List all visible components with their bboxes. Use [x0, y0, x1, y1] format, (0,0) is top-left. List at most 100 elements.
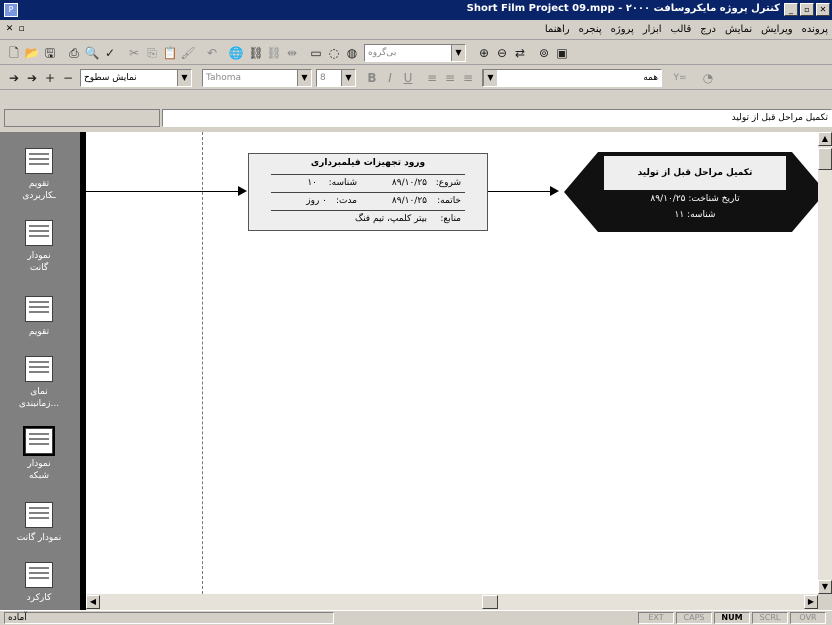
format-painter-icon[interactable]: 🖌	[180, 45, 196, 61]
font-size-combo[interactable]: 8 ▼	[316, 69, 356, 87]
summary-date-label: تاریخ شناخت:	[688, 194, 740, 204]
close-button[interactable]: ✕	[816, 3, 830, 16]
summary-date-value: ۸۹/۱۰/۲۵	[650, 194, 686, 204]
network-diagram-icon	[23, 426, 55, 456]
ovr-indicator: OVR	[790, 612, 826, 624]
gantt-wizard-icon[interactable]: ◔	[700, 70, 716, 86]
doc-close-icon[interactable]: ✕	[4, 24, 15, 35]
print-preview-icon[interactable]: 🔍	[84, 45, 100, 61]
menu-edit[interactable]: ویرایش	[761, 24, 792, 35]
view-network-diagram[interactable]: نمودار شبکه	[4, 426, 74, 482]
calendar-view-icon	[25, 296, 53, 322]
copy-picture-icon[interactable]: ⊚	[536, 45, 552, 61]
font-combo[interactable]: Tahoma ▼	[202, 69, 312, 87]
scrl-indicator: SCRL	[752, 612, 788, 624]
view-task-usage[interactable]: نمای زمانبندی...	[4, 356, 74, 410]
menu-view[interactable]: نمایش	[725, 24, 752, 35]
new-icon[interactable]: 🗋	[6, 45, 22, 61]
group-combo[interactable]: بی‌گروه ▼	[364, 44, 466, 62]
resources-value: بیتر کلمپ، تیم فنگ	[355, 214, 427, 224]
align-center-icon[interactable]: ≡	[442, 70, 458, 86]
view-gantt-chart[interactable]: نمودار گانت	[4, 220, 74, 274]
incoming-arrow-icon	[238, 186, 247, 196]
resource-icon	[25, 562, 53, 588]
finish-value: ۸۹/۱۰/۲۵	[391, 196, 427, 206]
standard-toolbar: 🗋 📂 🖫 ⎙ 🔍 ✓ ✂ ⎘ 📋 🖌 ↶ 🌐 ⛓ ⛓ ⇹ ▭ ◌ ◍ بی‌گ…	[0, 41, 832, 65]
zoom-in-icon[interactable]: ⊕	[476, 45, 492, 61]
gantt-icon	[25, 220, 53, 246]
copy-icon[interactable]: ⎘	[144, 45, 160, 61]
align-right-icon[interactable]: ≡	[460, 70, 476, 86]
assign-resources-icon[interactable]: ◍	[344, 45, 360, 61]
help-icon[interactable]: ▣	[554, 45, 570, 61]
link-tasks-icon[interactable]: ⛓	[248, 45, 264, 61]
maximize-button[interactable]: ▫	[800, 3, 814, 16]
view-tracking-gantt[interactable]: نمودار گانت	[4, 502, 74, 544]
network-diagram-canvas[interactable]: ورود تجهیزات فیلمبرداری شروع: ۸۹/۱۰/۲۵ ش…	[86, 132, 818, 594]
project-icon[interactable]: P	[4, 3, 18, 17]
summary-id-value: ۱۱	[674, 210, 685, 220]
vertical-scrollbar[interactable]: ▲ ▼	[818, 132, 832, 594]
menu-project[interactable]: پروژه	[611, 24, 634, 35]
entry-bar: تکمیل مراحل قبل از تولید	[0, 91, 832, 131]
outdent-icon[interactable]: ➔	[6, 70, 22, 86]
status-bar: آماده EXT CAPS NUM SCRL OVR	[0, 610, 832, 625]
split-task-icon[interactable]: ⇹	[284, 45, 300, 61]
undo-icon[interactable]: ↶	[204, 45, 220, 61]
task-node-equipment[interactable]: ورود تجهیزات فیلمبرداری شروع: ۸۹/۱۰/۲۵ ش…	[248, 153, 488, 231]
print-icon[interactable]: ⎙	[66, 45, 82, 61]
cut-icon[interactable]: ✂	[126, 45, 142, 61]
filter-combo[interactable]: همه ▼	[482, 69, 662, 87]
autofilter-button[interactable]: Y=	[668, 70, 692, 86]
open-icon[interactable]: 📂	[24, 45, 40, 61]
view-calendar[interactable]: تقویم ـکاربردی	[4, 148, 74, 202]
minimize-button[interactable]: _	[784, 3, 798, 16]
zoom-out-icon[interactable]: ⊖	[494, 45, 510, 61]
horizontal-scroll-thumb[interactable]	[482, 595, 498, 609]
italic-button[interactable]: I	[382, 70, 398, 86]
start-label: شروع:	[435, 178, 461, 188]
indent-icon[interactable]: ➔	[24, 70, 40, 86]
menu-insert[interactable]: درج	[700, 24, 716, 35]
menu-file[interactable]: پرونده	[802, 24, 828, 35]
incoming-link-line	[86, 191, 238, 192]
align-left-icon[interactable]: ≡	[424, 70, 440, 86]
num-indicator: NUM	[714, 612, 750, 624]
page-break-line	[202, 132, 203, 594]
save-icon[interactable]: 🖫	[42, 45, 58, 61]
horizontal-scrollbar[interactable]: ◀ ▶	[86, 594, 818, 610]
task-node-title: ورود تجهیزات فیلمبرداری	[310, 158, 426, 168]
scroll-up-icon[interactable]: ▲	[818, 132, 832, 146]
tracking-gantt-icon	[25, 502, 53, 528]
bold-button[interactable]: B	[364, 70, 380, 86]
scroll-left-icon[interactable]: ◀	[86, 595, 100, 609]
hide-subtasks-icon[interactable]: −	[60, 70, 76, 86]
view-calendar-2[interactable]: تقویم	[4, 296, 74, 338]
unlink-tasks-icon[interactable]: ⛓	[266, 45, 282, 61]
task-notes-icon[interactable]: ◌	[326, 45, 342, 61]
doc-restore-icon[interactable]: ▫	[16, 24, 27, 35]
entry-cancel-box	[4, 109, 160, 127]
scroll-down-icon[interactable]: ▼	[818, 580, 832, 594]
task-info-icon[interactable]: ▭	[308, 45, 324, 61]
view-resource[interactable]: کارکرد	[4, 562, 74, 604]
spelling-icon[interactable]: ✓	[102, 45, 118, 61]
show-subtasks-icon[interactable]: +	[42, 70, 58, 86]
link-line	[488, 191, 550, 192]
menu-window[interactable]: پنجره	[579, 24, 602, 35]
id-label: شناسه:	[328, 178, 357, 188]
summary-id-label: شناسه:	[687, 210, 716, 220]
paste-icon[interactable]: 📋	[162, 45, 178, 61]
underline-button[interactable]: U	[400, 70, 416, 86]
menu-format[interactable]: قالب	[671, 24, 692, 35]
entry-field[interactable]: تکمیل مراحل قبل از تولید	[162, 109, 832, 127]
go-to-task-icon[interactable]: ⇄	[512, 45, 528, 61]
menu-help[interactable]: راهنما	[545, 24, 570, 35]
hyperlink-icon[interactable]: 🌐	[228, 45, 244, 61]
scroll-right-icon[interactable]: ▶	[804, 595, 818, 609]
menu-tools[interactable]: ابزار	[643, 24, 662, 35]
finish-label: خاتمه:	[437, 196, 461, 206]
start-value: ۸۹/۱۰/۲۵	[391, 178, 427, 188]
vertical-scroll-thumb[interactable]	[818, 148, 832, 170]
show-levels-combo[interactable]: نمایش سطوح ▼	[80, 69, 192, 87]
